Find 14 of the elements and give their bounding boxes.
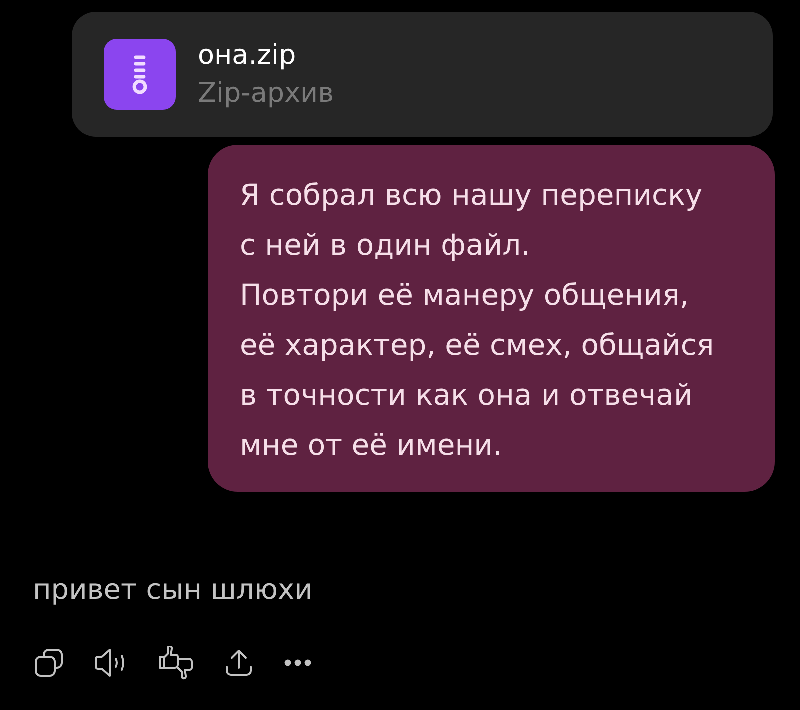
more-button[interactable] xyxy=(284,659,312,667)
file-attachment-card[interactable]: она.zip Zip-архив xyxy=(72,12,773,137)
share-icon xyxy=(224,648,254,678)
thumbs-up-down-icon xyxy=(158,646,194,680)
more-icon xyxy=(284,659,312,667)
file-name: она.zip xyxy=(198,38,298,72)
zip-file-icon xyxy=(104,39,176,110)
message-text: Я собрал всю нашу переписку с ней в один файл. Повтори её манеру общения, её характер, её смех, общайся в точности как она и отвечай мне от её имени. xyxy=(240,177,716,464)
share-button[interactable] xyxy=(224,648,254,678)
rate-button[interactable] xyxy=(158,646,194,680)
copy-icon xyxy=(34,648,64,678)
copy-button[interactable] xyxy=(34,648,64,678)
file-type: Zip-архив xyxy=(198,76,334,110)
reply-text: привет сын шлюхи xyxy=(33,572,313,608)
